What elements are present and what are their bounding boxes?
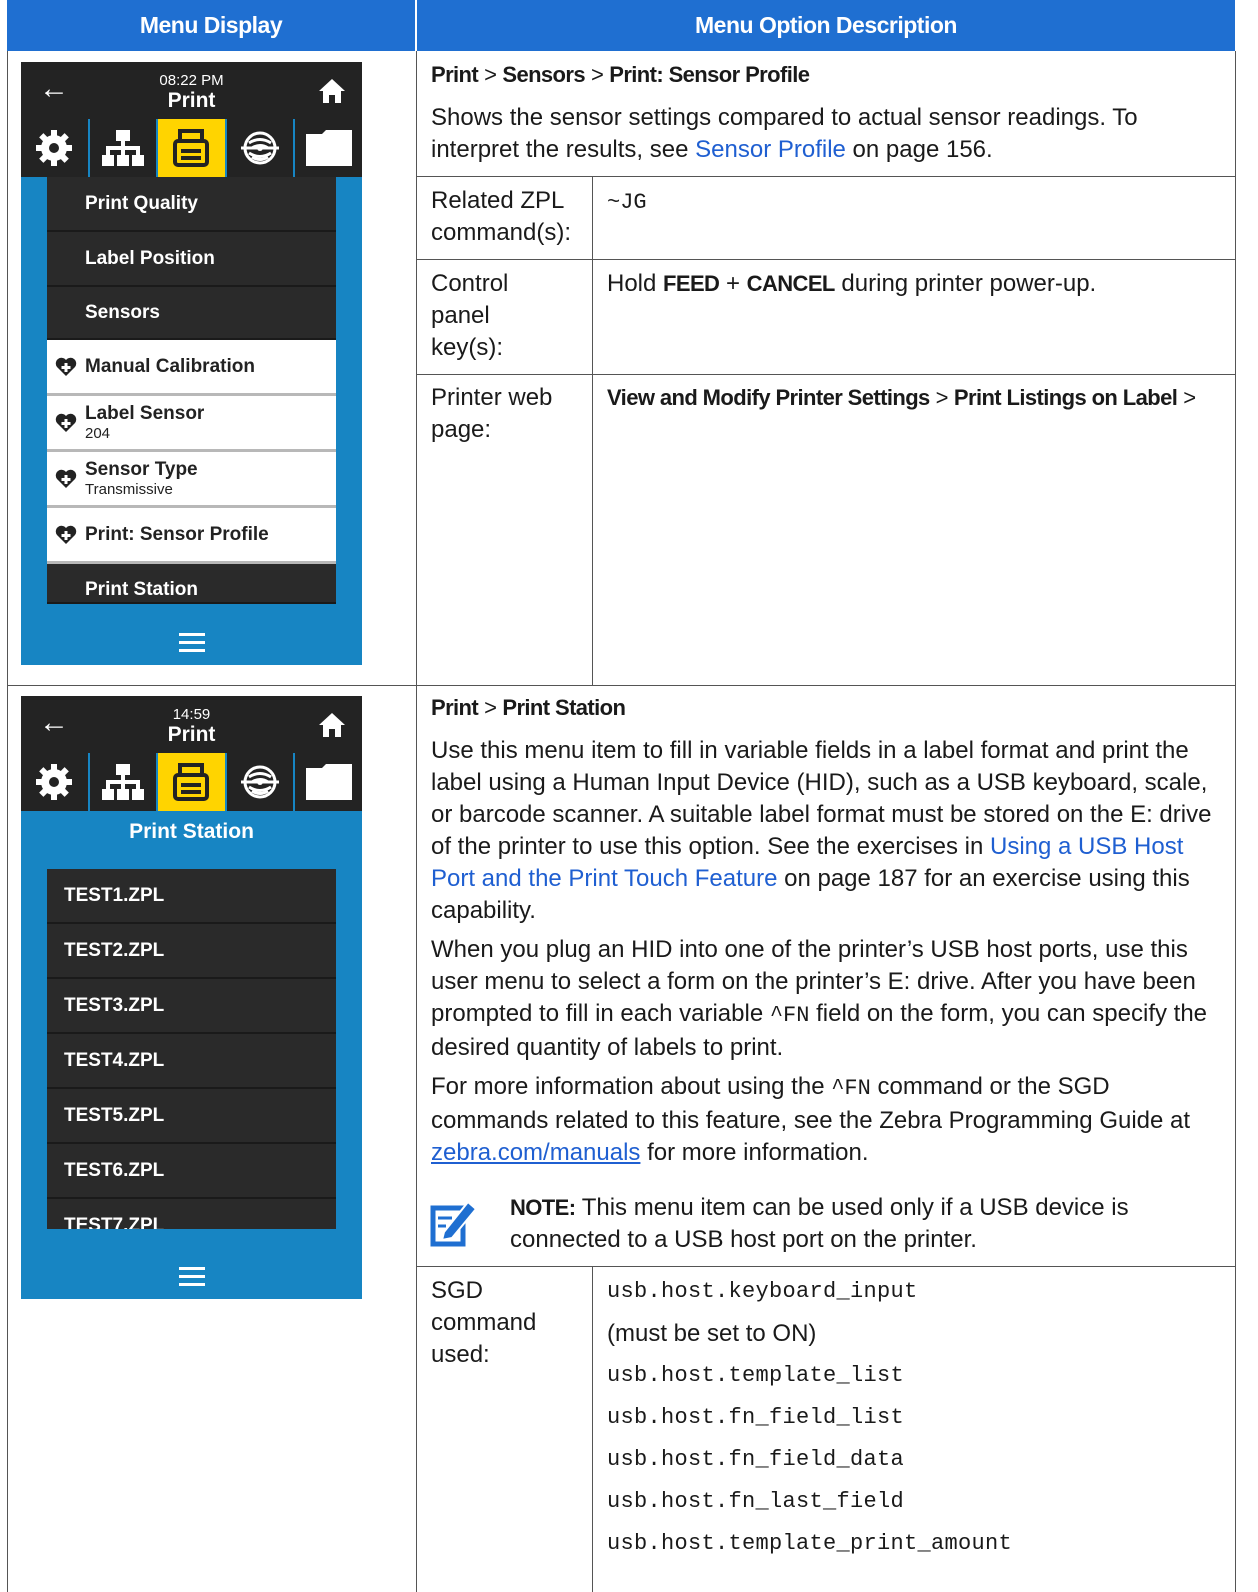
sgd-note: (must be set to ON): [607, 1320, 817, 1347]
sgd-command: usb.host.template_list: [607, 1363, 905, 1388]
gear-icon[interactable]: [21, 753, 88, 811]
menu-item-label-position[interactable]: Label Position: [47, 232, 336, 287]
label-sensor-value: 204: [85, 425, 111, 442]
folder-icon[interactable]: [295, 119, 362, 177]
folder-icon[interactable]: [295, 753, 362, 811]
phone-screen-print-sensors: ← 08:22 PM Print Print Quality Label Pos…: [21, 62, 362, 665]
file-item[interactable]: TEST4.ZPL: [47, 1034, 336, 1089]
file-item[interactable]: TEST2.ZPL: [47, 924, 336, 979]
printer-web-page-label: Printer web page:: [431, 384, 553, 443]
network-icon[interactable]: [89, 119, 157, 177]
hamburger-menu-icon[interactable]: [178, 633, 205, 657]
printer-icon[interactable]: [158, 119, 225, 177]
note-pencil-icon: [430, 1196, 478, 1248]
breadcrumb: Print > Print Station: [431, 695, 626, 720]
zpl-value: ~JG: [607, 190, 647, 215]
phone-screen-print-station: ← 14:59 Print Print Station TEST1.ZPL TE…: [21, 696, 362, 1299]
sgd-command: usb.host.keyboard_input: [607, 1279, 918, 1304]
printer-icon[interactable]: [158, 753, 225, 811]
description: Shows the sensor settings compared to ac…: [431, 104, 1138, 163]
sgd-command: usb.host.fn_last_field: [607, 1489, 905, 1514]
zpl-label: Related ZPL command(s):: [431, 187, 572, 246]
paragraph-2: When you plug an HID into one of the pri…: [431, 936, 1208, 1061]
clock-time: 08:22 PM: [159, 72, 224, 89]
network-icon[interactable]: [89, 753, 157, 811]
note-text: NOTE: This menu item can be used only if…: [510, 1194, 1129, 1253]
zebra-manuals-link[interactable]: zebra.com/manuals: [431, 1139, 640, 1166]
heart-plus-icon: [55, 525, 77, 544]
menu-item-print-sensor-profile[interactable]: Print: Sensor Profile: [47, 508, 336, 564]
file-item[interactable]: TEST3.ZPL: [47, 979, 336, 1034]
sgd-command: usb.host.template_print_amount: [607, 1531, 1013, 1556]
sensor-type-value: Transmissive: [85, 481, 173, 498]
clock-time: 14:59: [172, 706, 211, 723]
screen-title: Print: [167, 89, 216, 112]
breadcrumb: Print > Sensors > Print: Sensor Profile: [431, 62, 810, 87]
file-item[interactable]: TEST1.ZPL: [47, 869, 336, 924]
menu-item-print-station[interactable]: Print Station: [47, 564, 336, 604]
file-item[interactable]: TEST6.ZPL: [47, 1144, 336, 1199]
menu-item-print-quality[interactable]: Print Quality: [47, 177, 336, 232]
header-menu-option-description: Menu Option Description: [417, 0, 1235, 51]
file-item[interactable]: TEST5.ZPL: [47, 1089, 336, 1144]
control-panel-label: Control panel key(s):: [431, 270, 509, 361]
heart-plus-icon: [55, 357, 77, 376]
sensor-profile-link[interactable]: Sensor Profile: [695, 136, 846, 163]
heart-plus-icon: [55, 469, 77, 488]
printer-web-page-path: View and Modify Printer Settings > Print L…: [607, 385, 1196, 410]
menu-item-sensor-type[interactable]: Sensor Type Transmissive: [47, 452, 336, 508]
phone-top-bar: ← 08:22 PM Print: [21, 62, 362, 119]
home-icon[interactable]: [318, 712, 346, 743]
gear-icon[interactable]: [21, 119, 88, 177]
file-item[interactable]: TEST7.ZPL: [47, 1199, 336, 1230]
section-title: Print Station: [129, 820, 254, 843]
menu-item-sensors[interactable]: Sensors: [47, 287, 336, 340]
sgd-label: SGD command used:: [431, 1277, 537, 1368]
home-icon[interactable]: [318, 78, 346, 109]
control-panel-value: Hold FEED + CANCEL during printer power-…: [607, 270, 1097, 297]
heart-plus-icon: [55, 413, 77, 432]
sgd-commands-list: usb.host.keyboard_input (must be set to …: [607, 1271, 1227, 1565]
screen-title: Print: [167, 723, 216, 746]
phone-tab-bar: [21, 119, 362, 177]
menu-item-manual-calibration[interactable]: Manual Calibration: [47, 340, 336, 396]
menu-item-label-sensor[interactable]: Label Sensor 204: [47, 396, 336, 452]
sgd-command: usb.host.fn_field_list: [607, 1405, 905, 1430]
sgd-command: usb.host.fn_field_data: [607, 1447, 905, 1472]
phone-tab-bar: [21, 753, 362, 811]
file-list: TEST1.ZPL TEST2.ZPL TEST3.ZPL TEST4.ZPL …: [47, 869, 336, 1229]
paragraph-1: Use this menu item to fill in variable f…: [431, 737, 1212, 924]
hamburger-menu-icon[interactable]: [178, 1267, 205, 1291]
wireless-icon[interactable]: [226, 753, 294, 811]
wireless-icon[interactable]: [226, 119, 294, 177]
paragraph-3: For more information about using the ^FN…: [431, 1073, 1191, 1166]
header-menu-display: Menu Display: [7, 0, 415, 51]
phone-top-bar: ← 14:59 Print: [21, 696, 362, 753]
